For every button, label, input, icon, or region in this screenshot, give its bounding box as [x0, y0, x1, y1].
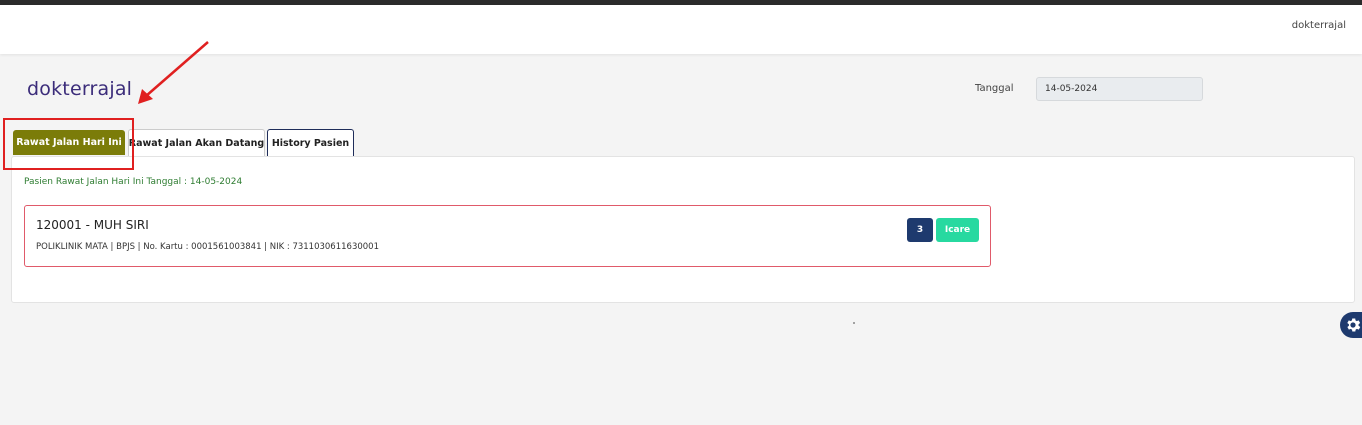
- patient-name: 120001 - MUH SIRI: [36, 218, 149, 232]
- user-menu[interactable]: dokterrajal: [1292, 20, 1346, 31]
- page-title: dokterrajal: [27, 78, 133, 100]
- date-input[interactable]: [1036, 77, 1203, 101]
- tab-rawat-jalan-akan-datang[interactable]: Rawat Jalan Akan Datang: [128, 129, 265, 156]
- tab-history-pasien[interactable]: History Pasien: [267, 129, 354, 156]
- patient-card[interactable]: 120001 - MUH SIRI POLIKLINIK MATA | BPJS…: [24, 205, 991, 267]
- divider-dot: [853, 322, 855, 324]
- annotation-arrow: [138, 41, 209, 104]
- date-label: Tanggal: [975, 83, 1014, 94]
- annotation-highlight-box: [3, 118, 134, 170]
- patient-list-panel: Pasien Rawat Jalan Hari Ini Tanggal : 14…: [11, 156, 1355, 303]
- patient-info: POLIKLINIK MATA | BPJS | No. Kartu : 000…: [36, 242, 379, 252]
- gear-icon: [1347, 318, 1361, 332]
- settings-button[interactable]: [1340, 312, 1362, 338]
- panel-heading: Pasien Rawat Jalan Hari Ini Tanggal : 14…: [24, 177, 243, 187]
- icare-button[interactable]: Icare: [936, 218, 979, 242]
- queue-number-badge: 3: [907, 218, 933, 242]
